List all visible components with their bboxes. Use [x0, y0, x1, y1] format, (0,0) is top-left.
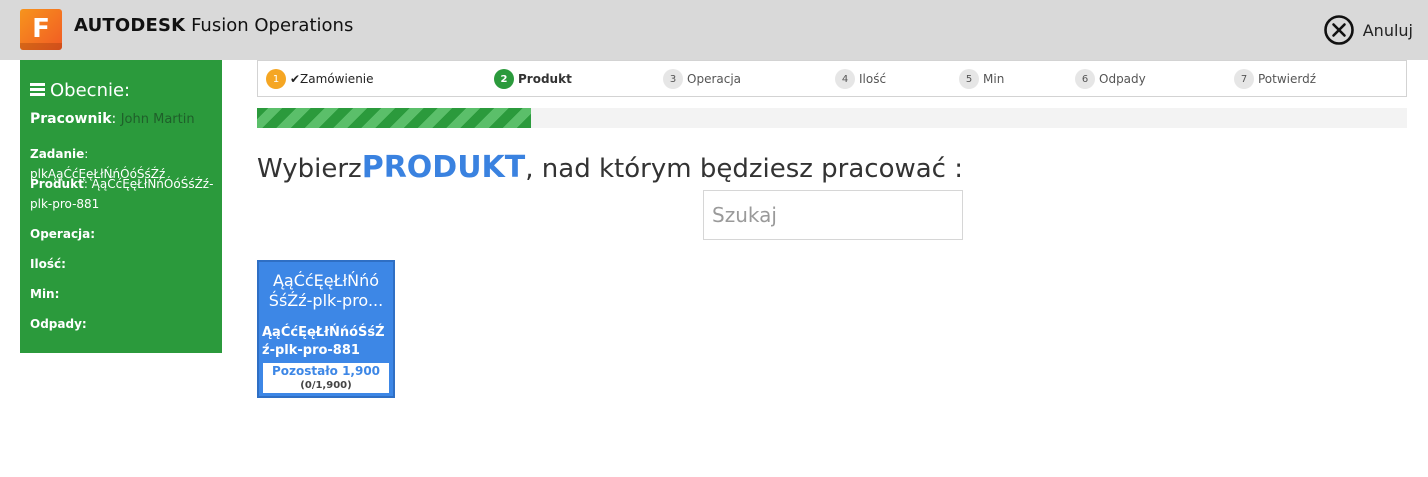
step-quantity[interactable]: 4 Ilość: [835, 69, 886, 89]
search-input[interactable]: [703, 190, 963, 240]
remaining-text: Pozostało 1,900: [271, 364, 381, 378]
product-name: Fusion Operations: [191, 15, 354, 36]
prompt-suffix: , nad którym będziesz pracować :: [525, 154, 963, 184]
operation-info: Operacja:: [30, 227, 96, 241]
page-prompt: WybierzPRODUKT, nad którym będziesz prac…: [257, 150, 963, 185]
step-operation[interactable]: 3 Operacja: [663, 69, 741, 89]
step-confirm[interactable]: 7 Potwierdź: [1234, 69, 1316, 89]
worker-info: Pracownik: John Martin: [30, 111, 195, 127]
product-card-title: ĄąĆćĘęŁłŃńó ŚśŹź-plk-pro...: [268, 271, 384, 310]
status-title: Obecnie:: [30, 80, 130, 101]
product-info: Produkt: ĄąĆćĘęŁłŃńÓóŚśŹź-plk-pro-881: [30, 177, 214, 211]
step-product[interactable]: 2 Produkt: [494, 69, 572, 89]
menu-icon: [30, 81, 45, 98]
remaining-ratio: (0/1,900): [300, 380, 352, 391]
remaining-badge: Pozostało 1,900 (0/1,900): [262, 362, 390, 394]
product-card-code: ĄąĆćĘęŁłŃńóŚśŹź-plk-pro-881: [262, 325, 385, 358]
waste-info: Odpady:: [30, 317, 87, 331]
step-min[interactable]: 5 Min: [959, 69, 1004, 89]
fusion-logo-icon: F: [20, 9, 62, 50]
brand-name: AUTODESK: [74, 15, 186, 36]
prompt-emphasis: PRODUKT: [361, 150, 526, 185]
step-order[interactable]: 1 ✔Zamówienie: [266, 69, 374, 89]
cancel-button[interactable]: Anuluj: [1323, 14, 1413, 46]
worker-value: John Martin: [120, 112, 195, 127]
app-title: AUTODESK Fusion Operations: [74, 15, 353, 36]
product-label: Produkt: [30, 177, 84, 191]
worker-label: Pracownik: [30, 111, 112, 127]
task-label: Zadanie: [30, 147, 85, 161]
quantity-info: Ilość:: [30, 257, 66, 271]
current-status-panel: Obecnie: Pracownik: John Martin Zadanie:…: [20, 60, 222, 353]
wizard-progress-bar: [257, 108, 1407, 128]
close-circle-icon: [1323, 15, 1354, 45]
step-waste[interactable]: 6 Odpady: [1075, 69, 1146, 89]
top-bar: F AUTODESK Fusion Operations Anuluj: [0, 0, 1428, 60]
progress-fill: [257, 108, 531, 128]
wizard-steps: 1 ✔Zamówienie 2 Produkt 3 Operacja 4 Ilość 5…: [257, 60, 1407, 97]
status-title-text: Obecnie:: [50, 80, 131, 101]
cancel-label: Anuluj: [1362, 20, 1413, 40]
min-info: Min:: [30, 287, 60, 301]
product-card[interactable]: ĄąĆćĘęŁłŃńó ŚśŹź-plk-pro... ĄąĆćĘęŁłŃńóŚ…: [257, 260, 395, 398]
prompt-prefix: Wybierz: [257, 154, 362, 184]
